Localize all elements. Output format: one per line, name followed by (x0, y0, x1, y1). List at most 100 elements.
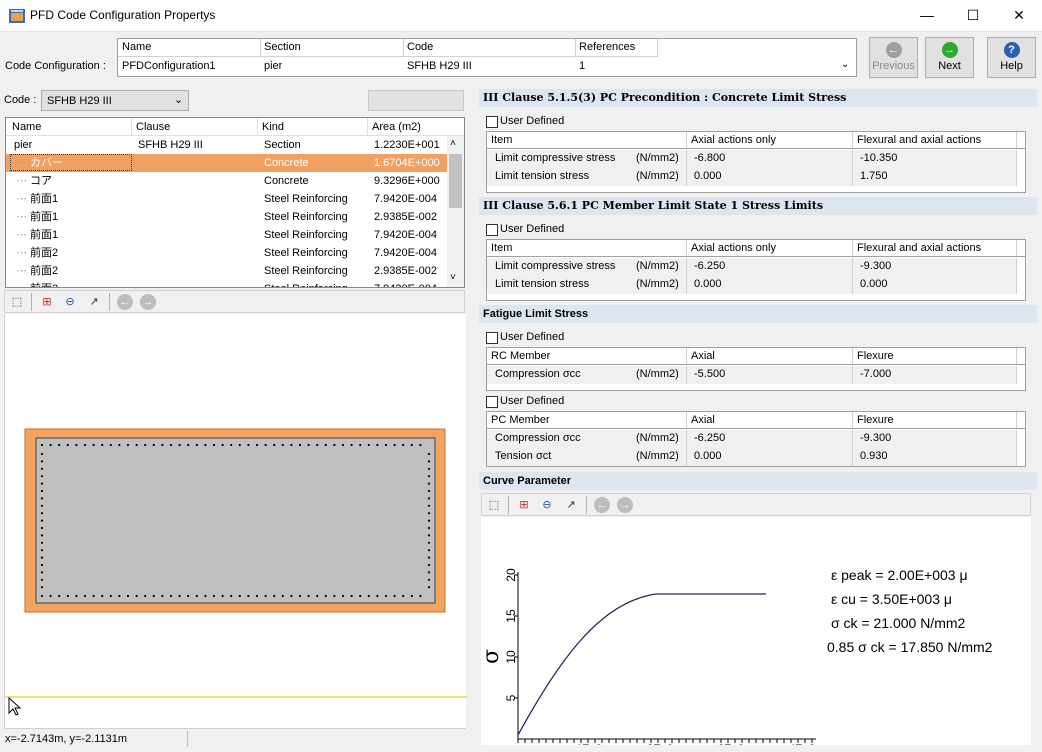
pc-grid[interactable]: PC Member Axial Flexure Compression σcc (N/m… (486, 411, 1026, 467)
rebar-dot (402, 594, 405, 598)
grid-value-cell[interactable]: 0.000 (687, 168, 853, 186)
rebar-dot (410, 594, 413, 598)
grid-value-cell[interactable]: -5.500 (687, 366, 853, 384)
rebar-dot (350, 443, 353, 447)
grid-row[interactable]: Limit tension stress (N/mm2) 0.000 0.000 (487, 276, 1025, 294)
grid-value-cell[interactable]: -9.300 (853, 258, 1017, 276)
section-tree[interactable]: Name Clause Kind Area (m2) pier SFHB H29 … (5, 117, 465, 288)
redo-view-icon[interactable]: → (140, 294, 156, 310)
grid-row[interactable]: Limit compressive stress (N/mm2) -6.250 -9.… (487, 258, 1025, 276)
tree-row[interactable]: ⋯ 前面1 Steel Reinforcing 7.9420E-004 (6, 190, 447, 208)
rebar-dot (341, 443, 345, 447)
tree-row[interactable]: pier SFHB H29 III Section 1.2230E+001 (6, 136, 447, 154)
rebar-dot (109, 594, 112, 598)
tree-row[interactable]: ⋯前面2 Steel Reinforcing 7.9420E-004 (6, 244, 447, 262)
grid-row[interactable]: Limit compressive stress (N/mm2) -6.800 -10… (487, 150, 1025, 168)
help-button[interactable]: ? Help (987, 37, 1036, 78)
zoom-out-icon[interactable]: ⊖ (62, 294, 78, 310)
grid-value-cell[interactable]: -9.300 (853, 430, 1017, 448)
grid-value-cell[interactable]: -6.800 (687, 150, 853, 168)
rebar-dot (427, 512, 431, 515)
rebar-dot (118, 443, 121, 447)
section-canvas[interactable] (4, 314, 467, 728)
fit-view-icon[interactable]: ⬚ (9, 294, 25, 310)
sec2-user-defined-checkbox[interactable] (486, 224, 498, 236)
rebar-dot (427, 482, 431, 485)
tree-row[interactable]: ⋯ 前面2 Steel Reinforcing 2.9385E-002 (6, 262, 447, 280)
rebar-dot (376, 443, 379, 447)
grid-row[interactable]: Compression σcc (N/mm2) -6.250 -9.300 (487, 430, 1025, 448)
code-config-table[interactable]: Name Section Code References PFDConfigur… (117, 38, 857, 77)
grid-unit-label: (N/mm2) (636, 368, 679, 380)
chevron-down-icon[interactable]: ⌄ (841, 59, 849, 70)
rebar-dot (187, 594, 190, 598)
code-select[interactable]: SFHB H29 III ⌄ (41, 90, 189, 111)
tree-row[interactable]: ⋯ 前面1 Steel Reinforcing 2.9385E-002 (6, 208, 447, 226)
tree-row[interactable]: ⋯ カバー Concrete 1.6704E+000 (6, 154, 447, 172)
rebar-dot (101, 443, 104, 447)
grid-item-cell: Tension σct (N/mm2) (487, 448, 687, 466)
grid-item-label: Limit tension stress (495, 170, 590, 182)
chevron-up-icon[interactable]: ˄ (450, 138, 456, 149)
grid-row[interactable]: Compression σcc (N/mm2) -5.500 -7.000 (487, 366, 1025, 384)
chevron-down-icon[interactable]: ˅ (450, 272, 456, 283)
tree-row-kind: Steel Reinforcing (264, 265, 348, 277)
redo-view-icon[interactable]: → (617, 497, 633, 513)
tree-header-area: Area (m2) (372, 121, 421, 133)
rebar-dot (49, 443, 52, 447)
tree-row[interactable]: ⋯ 前面1 Steel Reinforcing 7.9420E-004 (6, 226, 447, 244)
rebar-dot (255, 594, 259, 598)
grid-value-cell[interactable]: 0.930 (853, 448, 1017, 466)
close-button[interactable]: ✕ (996, 0, 1042, 31)
grid-value-cell[interactable]: -6.250 (687, 258, 853, 276)
pc-user-defined-checkbox[interactable] (486, 396, 498, 408)
curve-canvas[interactable]: 5 10 15 20 1E+3 2E+3 3E+3 4E+3 σ ε peak = 2.00E… (479, 517, 1031, 752)
tree-connector: ⋯ (16, 211, 27, 223)
rebar-dot (427, 467, 431, 470)
grid-header-cell: Flexure (853, 348, 1017, 364)
rc-user-defined-checkbox[interactable] (486, 332, 498, 344)
tree-row[interactable]: ⋯前面2 Steel Reinforcing 7.9420E-004 (6, 280, 447, 287)
grid-header: PC Member Axial Flexure (487, 412, 1025, 429)
grid-unit-label: (N/mm2) (636, 432, 679, 444)
zoom-window-icon[interactable]: ⊞ (39, 294, 55, 310)
col-name-header: Name (122, 41, 152, 53)
pan-icon[interactable]: ↗ (563, 497, 579, 513)
undo-view-icon[interactable]: ← (117, 294, 133, 310)
rebar-dot (204, 443, 207, 447)
sec1-grid[interactable]: Item Axial actions only Flexural and axial… (486, 131, 1026, 193)
previous-button[interactable]: ← Previous (869, 37, 918, 78)
rebar-dot (195, 443, 198, 447)
minimize-button[interactable]: — (904, 0, 950, 31)
sec2-grid[interactable]: Item Axial actions only Flexural and axial… (486, 239, 1026, 301)
sec1-user-defined-checkbox[interactable] (486, 116, 498, 128)
window-title: PFD Code Configuration Propertys (30, 8, 216, 22)
fit-view-icon[interactable]: ⬚ (486, 497, 502, 513)
grid-value-cell[interactable]: -6.250 (687, 430, 853, 448)
grid-unit-label: (N/mm2) (636, 450, 679, 462)
grid-header: Item Axial actions only Flexural and axial… (487, 132, 1025, 149)
zoom-out-icon[interactable]: ⊖ (539, 497, 555, 513)
tree-row[interactable]: ⋯ コア Concrete 9.3296E+000 (6, 172, 447, 190)
next-button[interactable]: → Next (925, 37, 974, 78)
maximize-button[interactable]: ☐ (950, 0, 996, 31)
tree-scrollbar[interactable]: ˄ ˅ (447, 136, 464, 287)
rebar-dot (83, 594, 87, 598)
scrollbar-thumb[interactable] (449, 154, 462, 208)
zoom-window-icon[interactable]: ⊞ (516, 497, 532, 513)
col-references-header: References (579, 41, 636, 53)
grid-value-cell[interactable]: -10.350 (853, 150, 1017, 168)
grid-value-cell[interactable]: 0.000 (687, 448, 853, 466)
grid-row[interactable]: Tension σct (N/mm2) 0.000 0.930 (487, 448, 1025, 466)
grid-unit-label: (N/mm2) (636, 278, 679, 290)
undo-view-icon[interactable]: ← (594, 497, 610, 513)
grid-value-cell[interactable]: 1.750 (853, 168, 1017, 186)
config-section-value: pier (264, 60, 283, 72)
grid-value-cell[interactable]: 0.000 (853, 276, 1017, 294)
grid-value-cell[interactable]: -7.000 (853, 366, 1017, 384)
rc-grid[interactable]: RC Member Axial Flexure Compression σcc (N/m… (486, 347, 1026, 391)
pan-icon[interactable]: ↗ (86, 294, 102, 310)
grid-row[interactable]: Limit tension stress (N/mm2) 0.000 1.750 (487, 168, 1025, 186)
grid-value-cell[interactable]: 0.000 (687, 276, 853, 294)
disabled-button[interactable] (368, 90, 464, 111)
